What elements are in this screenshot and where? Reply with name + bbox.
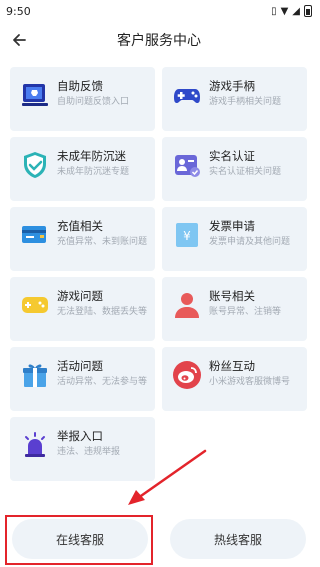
service-title: 粉丝互动 (209, 359, 255, 373)
feedback-icon (19, 79, 51, 111)
wifi-icon: ▼ (280, 5, 289, 17)
service-card-activity[interactable]: 活动问题 活动异常、无法参与等 (10, 347, 155, 411)
vibrate-icon: ▯ (271, 5, 277, 17)
service-card-feedback[interactable]: 自助反馈 自助问题反馈入口 (10, 67, 155, 131)
service-grid: 自助反馈 自助问题反馈入口 游戏手柄 游戏手柄相关问题 未成年防沉迷 未成年防沉… (10, 67, 310, 481)
service-subtitle: 发票申请及其他问题 (209, 237, 291, 247)
user-icon (171, 289, 203, 321)
arrow-left-icon (13, 34, 26, 46)
gift-icon (19, 359, 51, 391)
hotline-service-button[interactable]: 热线客服 (170, 519, 306, 559)
status-icons: ▯ ▼ ◢ (271, 5, 312, 17)
annotation-highlight-box (5, 515, 153, 565)
service-subtitle: 账号异常、注销等 (209, 307, 282, 317)
annotation-arrow (128, 449, 207, 505)
service-subtitle: 自助问题反馈入口 (57, 97, 130, 107)
service-card-account[interactable]: 账号相关 账号异常、注销等 (162, 277, 307, 341)
service-card-real-name[interactable]: 实名认证 实名认证相关问题 (162, 137, 307, 201)
status-bar: 9:50 ▯ ▼ ◢ (0, 0, 318, 22)
service-title: 未成年防沉迷 (57, 149, 126, 163)
service-title: 发票申请 (209, 219, 255, 233)
service-subtitle: 无法登陆、数据丢失等 (57, 307, 148, 317)
service-title: 实名认证 (209, 149, 255, 163)
alarm-icon (19, 429, 51, 461)
back-button[interactable] (8, 29, 30, 51)
page-title: 客户服务中心 (117, 33, 201, 49)
gamepad-icon (171, 79, 203, 111)
service-card-invoice[interactable]: ¥ 发票申请 发票申请及其他问题 (162, 207, 307, 271)
battery-icon (304, 5, 312, 17)
service-title: 游戏手柄 (209, 79, 255, 93)
signal-icon: ◢ (292, 5, 300, 17)
service-card-recharge[interactable]: 充值相关 充值异常、未到账问题 (10, 207, 155, 271)
service-subtitle: 游戏手柄相关问题 (209, 97, 282, 107)
svg-text:¥: ¥ (183, 229, 191, 243)
service-subtitle: 实名认证相关问题 (209, 167, 282, 177)
service-subtitle: 活动异常、无法参与等 (57, 377, 148, 387)
service-card-game-issue[interactable]: 游戏问题 无法登陆、数据丢失等 (10, 277, 155, 341)
status-time: 9:50 (6, 4, 31, 18)
service-title: 举报入口 (57, 429, 103, 443)
service-title: 自助反馈 (57, 79, 103, 93)
title-bar: 客户服务中心 (0, 22, 318, 58)
service-subtitle: 充值异常、未到账问题 (57, 237, 148, 247)
service-card-anti-addiction[interactable]: 未成年防沉迷 未成年防沉迷专题 (10, 137, 155, 201)
service-title: 活动问题 (57, 359, 103, 373)
game-controller-icon (19, 289, 51, 321)
weibo-icon (171, 359, 203, 391)
service-subtitle: 未成年防沉迷专题 (57, 167, 130, 177)
service-title: 游戏问题 (57, 289, 103, 303)
credit-card-icon (19, 219, 51, 251)
id-card-icon (171, 149, 203, 181)
service-card-gamepad[interactable]: 游戏手柄 游戏手柄相关问题 (162, 67, 307, 131)
invoice-icon: ¥ (171, 219, 203, 251)
shield-check-icon (19, 149, 51, 181)
service-card-fans[interactable]: 粉丝互动 小米游戏客服微博号 (162, 347, 307, 411)
service-title: 充值相关 (57, 219, 103, 233)
service-title: 账号相关 (209, 289, 255, 303)
service-subtitle: 小米游戏客服微博号 (209, 377, 291, 387)
